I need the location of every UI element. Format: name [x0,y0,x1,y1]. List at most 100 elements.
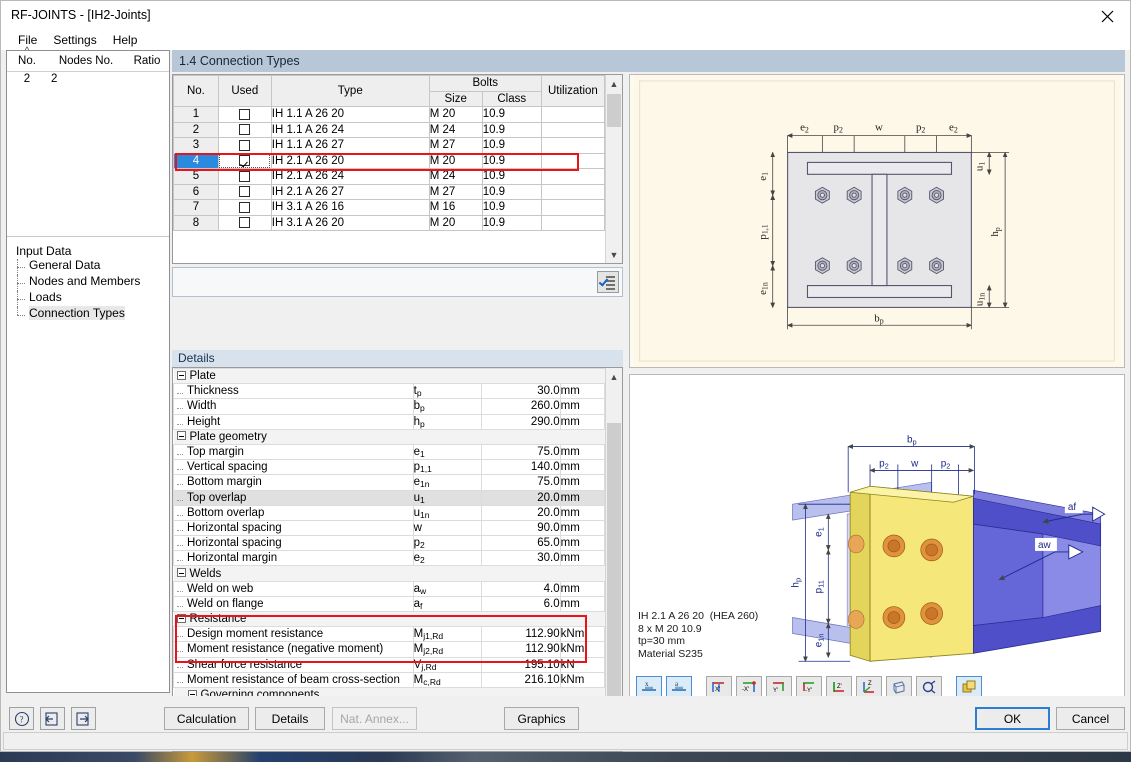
view-x-negative-button[interactable]: -X' [736,676,762,698]
ok-button[interactable]: OK [975,707,1050,730]
detail-value[interactable]: 20.0 [481,489,561,506]
details-row[interactable]: Vertical spacing p1,1 140.0 mm [173,459,605,476]
nodes-col-no[interactable]: ^ No. [7,46,47,71]
connection-2d-drawing-panel[interactable]: e2 p2 w p2 e2 e1 p1,1 e1n u1 u1n hp bp [629,74,1125,368]
col-header-no[interactable]: No. [173,75,219,107]
details-row[interactable]: Width bp 260.0 mm [173,398,605,415]
nodes-col-ratio[interactable]: Ratio [125,51,169,71]
sidebar-item-loads[interactable]: Loads [13,290,169,307]
checkbox[interactable] [239,186,251,198]
detail-value[interactable]: 90.0 [481,519,561,537]
view-isometric-button[interactable] [886,676,912,698]
col-header-class[interactable]: Class [481,90,542,107]
table-row[interactable]: 3 IH 1.1 A 26 27 M 27 10.9 [173,137,605,154]
detail-value[interactable]: 195.10 [481,656,561,673]
select-all-icon[interactable] [597,271,619,293]
checkbox[interactable] [239,155,251,167]
sidebar-item-connection-types[interactable]: Connection Types [13,306,169,323]
details-group-header[interactable]: Plate [173,368,605,385]
col-header-utilization[interactable]: Utilization [540,75,605,107]
detail-value[interactable]: 75.0 [481,474,561,491]
table-row[interactable]: 4 IH 2.1 A 26 20 M 20 10.9 [173,152,605,169]
detail-value[interactable]: 30.0 [481,550,561,567]
table-row[interactable]: 6 IH 2.1 A 26 27 M 27 10.9 [173,183,605,200]
collapse-icon[interactable] [176,613,186,623]
details-row[interactable]: Horizontal spacing p2 65.0 mm [173,535,605,552]
cell-used-checkbox[interactable] [217,152,272,169]
detail-value[interactable]: 260.0 [481,398,561,415]
view-a-axis-button[interactable]: a [666,676,692,698]
detail-value[interactable]: 112.90 [481,641,561,658]
details-button[interactable]: Details [255,707,325,730]
details-row[interactable]: Horizontal margin e2 30.0 mm [173,550,605,567]
details-row[interactable]: Weld on flange af 6.0 mm [173,595,605,613]
details-row[interactable]: Moment resistance of beam cross-section M… [173,671,605,688]
details-row[interactable]: Weld on web aw 4.0 mm [173,580,605,597]
view-z-positive-button[interactable]: Z' [826,676,852,698]
detail-value[interactable]: 140.0 [481,459,561,476]
table-row[interactable]: 1 IH 1.1 A 26 20 M 20 10.9 [173,106,605,123]
table-row[interactable]: 8 IH 3.1 A 26 20 M 20 10.9 [173,214,605,231]
table-row[interactable]: 2 2 [7,72,169,88]
detail-value[interactable]: 30.0 [481,383,561,400]
view-rotate-button[interactable] [916,676,942,698]
details-row[interactable]: Moment resistance (negative moment) Mj2,R… [173,641,605,658]
cell-used-checkbox[interactable] [217,199,272,216]
table-vertical-scrollbar[interactable]: ▲ ▼ [605,75,622,263]
graphics-button[interactable]: Graphics [504,707,579,730]
col-header-used[interactable]: Used [217,75,272,107]
nodes-col-nodes-no[interactable]: Nodes No. [47,51,125,71]
menu-item-settings[interactable]: Settings [45,32,104,49]
scroll-down-icon[interactable]: ▼ [606,246,622,263]
cell-used-checkbox[interactable] [217,168,272,185]
details-group-header[interactable]: Resistance [173,610,605,628]
cell-used-checkbox[interactable] [217,214,272,231]
detail-value[interactable]: 290.0 [481,413,561,430]
table-row[interactable]: 2 IH 1.1 A 26 24 M 24 10.9 [173,121,605,138]
details-vertical-scrollbar[interactable]: ▲ ▼ [605,368,622,751]
details-row[interactable]: Bottom overlap u1n 20.0 mm [173,504,605,521]
export-icon[interactable] [71,707,96,730]
details-row[interactable]: Top overlap u1 20.0 mm [173,489,605,506]
details-row[interactable]: Bottom margin e1n 75.0 mm [173,474,605,491]
col-header-size[interactable]: Size [428,90,483,107]
view-y-positive-button[interactable]: Y' [766,676,792,698]
collapse-icon[interactable] [176,568,186,577]
details-group-header[interactable]: Plate geometry [173,428,605,445]
cancel-button[interactable]: Cancel [1056,707,1125,730]
detail-value[interactable]: 6.0 [481,595,561,613]
view-axes-button[interactable]: Z [856,676,882,698]
details-group-header[interactable]: Welds [173,565,605,582]
view-x-axis-button[interactable]: x [636,676,662,698]
scroll-up-icon[interactable]: ▲ [606,368,622,385]
details-row[interactable]: Thickness tp 30.0 mm [173,383,605,400]
sidebar-item-nodes-and-members[interactable]: Nodes and Members [13,274,169,291]
connection-3d-model-panel[interactable]: bp p2 w p2 hp e1 p11 e1n aw af IH 2.1 A … [629,374,1125,703]
checkbox[interactable] [239,139,251,151]
table-row[interactable]: 5 IH 2.1 A 26 24 M 24 10.9 [173,168,605,185]
detail-value[interactable]: 216.10 [481,671,561,688]
cell-used-checkbox[interactable] [217,106,272,123]
detail-value[interactable]: 112.90 [481,626,561,643]
scrollbar-thumb[interactable] [607,423,621,733]
cell-used-checkbox[interactable] [217,137,272,154]
detail-value[interactable]: 65.0 [481,535,561,552]
scroll-up-icon[interactable]: ▲ [606,75,622,92]
view-y-negative-button[interactable]: -Y' [796,676,822,698]
close-icon[interactable] [1084,1,1130,31]
checkbox[interactable] [239,170,251,182]
details-row[interactable]: Horizontal spacing w 90.0 mm [173,519,605,537]
import-icon[interactable] [40,707,65,730]
detail-value[interactable]: 75.0 [481,443,561,461]
calculation-button[interactable]: Calculation [164,707,249,730]
menu-item-help[interactable]: Help [105,32,146,49]
col-header-type[interactable]: Type [270,75,430,107]
checkbox[interactable] [239,108,251,120]
details-row[interactable]: Height hp 290.0 mm [173,413,605,430]
details-row[interactable]: Shear force resistance Vj,Rd 195.10 kN [173,656,605,673]
cell-used-checkbox[interactable] [217,121,272,138]
help-icon[interactable]: ? [9,707,34,730]
table-row[interactable]: 7 IH 3.1 A 26 16 M 16 10.9 [173,199,605,216]
checkbox[interactable] [239,124,251,136]
details-row[interactable]: Top margin e1 75.0 mm [173,443,605,461]
